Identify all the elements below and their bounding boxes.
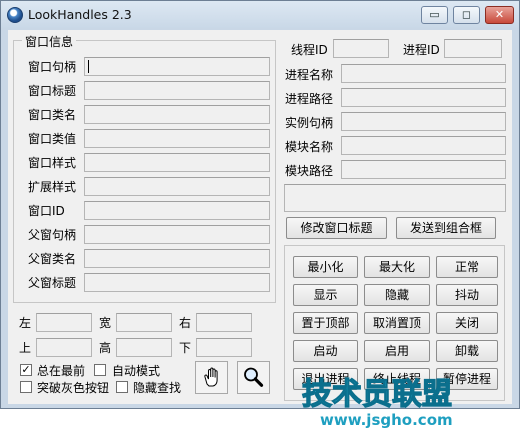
left-label: 左 bbox=[19, 316, 32, 330]
hand-icon bbox=[204, 367, 218, 387]
control-button-1-2[interactable]: 抖动 bbox=[436, 284, 498, 306]
width-field[interactable] bbox=[116, 313, 172, 332]
instance-handle-label: 实例句柄 bbox=[285, 116, 334, 130]
title-bar: LookHandles 2.3 ▭ ◻ ✕ bbox=[1, 1, 519, 28]
process-name-label: 进程名称 bbox=[285, 68, 334, 82]
window-handle-label: 窗口句柄 bbox=[28, 60, 77, 74]
watermark-url: www.jsgho.com bbox=[320, 411, 453, 429]
control-button-4-2[interactable]: 暂停进程 bbox=[436, 368, 498, 390]
control-button-3-0[interactable]: 启动 bbox=[293, 340, 358, 362]
magnifier-button[interactable] bbox=[237, 361, 270, 394]
window-parent-title-field[interactable] bbox=[84, 273, 270, 292]
process-path-label: 进程路径 bbox=[285, 92, 334, 106]
text-caret bbox=[88, 60, 89, 73]
control-button-3-2[interactable]: 卸载 bbox=[436, 340, 498, 362]
top-field[interactable] bbox=[36, 338, 92, 357]
instance-handle-field[interactable] bbox=[341, 112, 506, 131]
modify-title-button[interactable]: 修改窗口标题 bbox=[286, 217, 387, 239]
right-field[interactable] bbox=[196, 313, 252, 332]
maximize-button[interactable]: ◻ bbox=[453, 6, 480, 24]
thread-id-label: 线程ID bbox=[291, 43, 328, 57]
module-path-label: 模块路径 bbox=[285, 164, 334, 178]
window-title-field[interactable] bbox=[84, 81, 270, 100]
window-parent-class-field[interactable] bbox=[84, 249, 270, 268]
break-gray-button-checkbox[interactable] bbox=[20, 381, 32, 393]
always-on-top-label: 总在最前 bbox=[37, 364, 86, 378]
window-parent-handle-label: 父窗句柄 bbox=[28, 228, 77, 242]
auto-mode-label: 自动模式 bbox=[112, 364, 161, 378]
window-ex-style-label: 扩展样式 bbox=[28, 180, 77, 194]
minimize-button[interactable]: ▭ bbox=[421, 6, 448, 24]
control-button-1-0[interactable]: 显示 bbox=[293, 284, 358, 306]
width-label: 宽 bbox=[99, 316, 112, 330]
process-id-field[interactable] bbox=[444, 39, 502, 58]
app-icon bbox=[7, 7, 23, 23]
hand-pick-button[interactable] bbox=[195, 361, 228, 394]
window-style-label: 窗口样式 bbox=[28, 156, 77, 170]
top-label: 上 bbox=[19, 341, 32, 355]
control-button-0-2[interactable]: 正常 bbox=[436, 256, 498, 278]
window-parent-title-label: 父窗标题 bbox=[28, 276, 77, 290]
hide-search-label: 隐藏查找 bbox=[133, 381, 182, 395]
control-button-0-0[interactable]: 最小化 bbox=[293, 256, 358, 278]
control-button-4-1[interactable]: 终止线程 bbox=[364, 368, 430, 390]
height-field[interactable] bbox=[116, 338, 172, 357]
process-name-field[interactable] bbox=[341, 64, 506, 83]
send-to-combo-button[interactable]: 发送到组合框 bbox=[396, 217, 496, 239]
window-id-label: 窗口ID bbox=[28, 204, 65, 218]
window-class-value-label: 窗口类值 bbox=[28, 132, 77, 146]
window-class-value-field[interactable] bbox=[84, 129, 270, 148]
control-button-2-0[interactable]: 置于顶部 bbox=[293, 312, 358, 334]
control-button-1-1[interactable]: 隐藏 bbox=[364, 284, 430, 306]
process-id-label: 进程ID bbox=[403, 43, 440, 57]
left-field[interactable] bbox=[36, 313, 92, 332]
magnifier-icon bbox=[244, 367, 264, 387]
control-button-2-2[interactable]: 关闭 bbox=[436, 312, 498, 334]
auto-mode-checkbox[interactable] bbox=[94, 364, 106, 376]
bottom-field[interactable] bbox=[196, 338, 252, 357]
height-label: 高 bbox=[99, 341, 112, 355]
window-parent-handle-field[interactable] bbox=[84, 225, 270, 244]
control-button-0-1[interactable]: 最大化 bbox=[364, 256, 430, 278]
always-on-top-checkbox[interactable]: ✓ bbox=[20, 364, 32, 376]
process-path-field[interactable] bbox=[341, 88, 506, 107]
break-gray-button-label: 突破灰色按钮 bbox=[37, 381, 110, 395]
window-style-field[interactable] bbox=[84, 153, 270, 172]
window-title-label: 窗口标题 bbox=[28, 84, 77, 98]
window-handle-field[interactable] bbox=[84, 57, 270, 76]
hide-search-checkbox[interactable] bbox=[116, 381, 128, 393]
control-button-3-1[interactable]: 启用 bbox=[364, 340, 430, 362]
control-button-2-1[interactable]: 取消置顶 bbox=[364, 312, 430, 334]
app-window: LookHandles 2.3 ▭ ◻ ✕ 窗口信息 窗口句柄 窗口标题 窗口类名窗… bbox=[0, 0, 520, 429]
window-title: LookHandles 2.3 bbox=[28, 7, 132, 22]
extra-info-field[interactable] bbox=[284, 184, 506, 212]
window-ex-style-field[interactable] bbox=[84, 177, 270, 196]
client-area: 窗口信息 窗口句柄窗口标题窗口类名窗口类值窗口样式扩展样式窗口ID 父窗句柄父窗类… bbox=[8, 30, 512, 429]
module-name-field[interactable] bbox=[341, 136, 506, 155]
window-class-name-field[interactable] bbox=[84, 105, 270, 124]
thread-id-field[interactable] bbox=[333, 39, 389, 58]
window-info-title: 窗口信息 bbox=[22, 33, 77, 50]
control-button-4-0[interactable]: 退出进程 bbox=[293, 368, 358, 390]
module-name-label: 模块名称 bbox=[285, 140, 334, 154]
close-button[interactable]: ✕ bbox=[485, 6, 514, 24]
window-id-field[interactable] bbox=[84, 201, 270, 220]
window-parent-class-label: 父窗类名 bbox=[28, 252, 77, 266]
window-class-name-label: 窗口类名 bbox=[28, 108, 77, 122]
bottom-label: 下 bbox=[179, 341, 192, 355]
right-label: 右 bbox=[179, 316, 192, 330]
module-path-field[interactable] bbox=[341, 160, 506, 179]
checkmark-icon: ✓ bbox=[21, 363, 31, 376]
